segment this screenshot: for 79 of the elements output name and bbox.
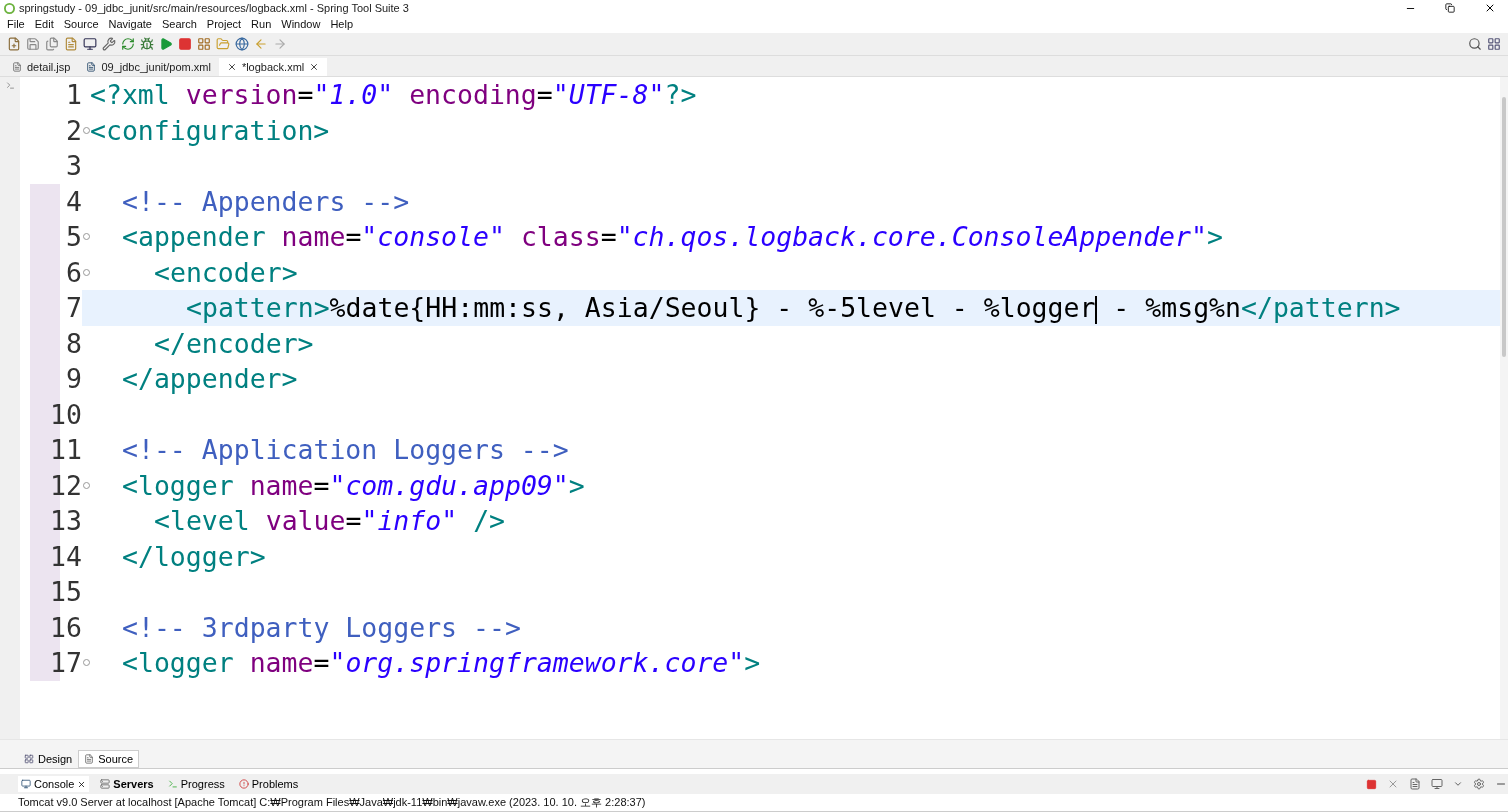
line-number: 13 xyxy=(50,505,82,537)
line-number: 10 xyxy=(50,398,82,430)
monitor-icon xyxy=(21,779,31,789)
close-icon[interactable] xyxy=(77,779,87,789)
line-number: 4 xyxy=(66,185,82,217)
horizontal-scrollbar[interactable] xyxy=(0,739,1508,750)
line-number: 3 xyxy=(66,150,82,182)
menu-item[interactable]: Navigate xyxy=(103,16,157,33)
settings-icon[interactable] xyxy=(1472,777,1486,791)
view-tab[interactable]: Servers xyxy=(97,776,157,792)
monitor-icon[interactable] xyxy=(82,36,98,52)
menu-item[interactable]: Help xyxy=(325,16,359,33)
search-icon[interactable] xyxy=(1467,36,1483,52)
editor-tab[interactable]: detail.jsp xyxy=(4,58,79,76)
code-line: </encoder> xyxy=(154,327,314,359)
stop-icon[interactable] xyxy=(177,36,193,52)
menu-item[interactable]: Source xyxy=(58,16,104,33)
editor-mode-tab[interactable]: Design xyxy=(18,750,79,768)
wrench-icon[interactable] xyxy=(101,36,117,52)
line-number: 16 xyxy=(50,611,82,643)
document-icon xyxy=(84,754,95,764)
new-file-icon[interactable] xyxy=(6,36,22,52)
run-icon[interactable] xyxy=(158,36,174,52)
grid-icon xyxy=(24,754,34,764)
save-icon[interactable] xyxy=(25,36,41,52)
menu-item[interactable]: File xyxy=(2,16,30,33)
code-line: </appender> xyxy=(122,363,298,395)
close-icon xyxy=(1484,2,1496,14)
editor-mode-tab[interactable]: Source xyxy=(78,750,140,768)
code-line: <logger name="org.springframework.core"> xyxy=(122,647,761,679)
menu-item[interactable]: Window xyxy=(276,16,326,33)
save-all-icon[interactable] xyxy=(44,36,60,52)
line-number: 8 xyxy=(66,327,82,359)
line-number: 12 xyxy=(50,469,82,501)
view-tab[interactable]: Console xyxy=(18,776,90,792)
code-line: <!-- Application Loggers --> xyxy=(122,434,569,466)
code-line: <configuration> xyxy=(90,114,330,146)
code-line: <!-- Appenders --> xyxy=(122,185,410,217)
server-icon xyxy=(100,779,111,789)
line-number: 1 xyxy=(66,79,82,111)
line-number: 9 xyxy=(66,363,82,395)
refresh-icon[interactable] xyxy=(120,36,136,52)
bug-icon[interactable] xyxy=(139,36,155,52)
window-title: springstudy - 09_jdbc_junit/src/main/resources/logback.xml - Spring Tool Suite 3 xyxy=(19,2,410,14)
editor-tab[interactable]: *logback.xml xyxy=(218,58,328,76)
stop-icon[interactable] xyxy=(1365,777,1378,791)
line-number: 15 xyxy=(50,576,82,608)
editor-tab[interactable]: 09_jdbc_junit/pom.xml xyxy=(78,58,219,76)
warning-icon xyxy=(238,779,249,789)
code-line: <encoder> xyxy=(154,256,298,288)
view-tab[interactable]: Problems xyxy=(235,776,302,792)
line-number: 2 xyxy=(66,114,82,146)
line-number: 11 xyxy=(50,434,82,466)
line-number: 5 xyxy=(66,221,82,253)
code-line: <logger name="com.gdu.app09"> xyxy=(122,469,585,501)
display-icon[interactable] xyxy=(1430,777,1444,791)
line-number: 17 xyxy=(50,647,82,679)
menu-item[interactable]: Edit xyxy=(29,16,59,33)
grid-icon[interactable] xyxy=(196,36,212,52)
file-icon xyxy=(12,62,22,72)
code-line: <?xml version="1.0" encoding="UTF-8"?> xyxy=(90,79,697,111)
menu-item[interactable]: Run xyxy=(246,16,277,33)
menu-item[interactable]: Search xyxy=(157,16,202,33)
code-line: </logger> xyxy=(122,540,266,572)
close-icon[interactable] xyxy=(309,62,320,72)
view-tab[interactable]: Progress xyxy=(164,776,228,792)
code-line: <!-- 3rdparty Loggers --> xyxy=(122,611,521,643)
line-number: 14 xyxy=(50,540,82,572)
scrollbar-thumb[interactable] xyxy=(1502,97,1506,357)
code-line: <level value="info" /> xyxy=(154,505,506,537)
line-number: 7 xyxy=(66,292,82,324)
line-number: 6 xyxy=(66,256,82,288)
code-line: <appender name="console" class="ch.qos.logback.core.ConsoleAppender"> xyxy=(122,221,1223,253)
menu-item[interactable]: Project xyxy=(201,16,247,33)
restore-icon xyxy=(1445,3,1455,13)
code-line: <pattern>%date{HH:mm:ss, Asia/Seoul} - %-5level - %logger - %msg%n</pattern> xyxy=(186,292,1401,324)
console-status: Tomcat v9.0 Server at localhost [Apache Tomcat] C:₩Program Files₩Java₩jdk-11₩bin₩javaw.exe (2023. 10. 10. 오후 2:28:37) xyxy=(0,794,1508,812)
globe-icon[interactable] xyxy=(234,36,250,52)
folder-icon[interactable] xyxy=(215,36,231,52)
